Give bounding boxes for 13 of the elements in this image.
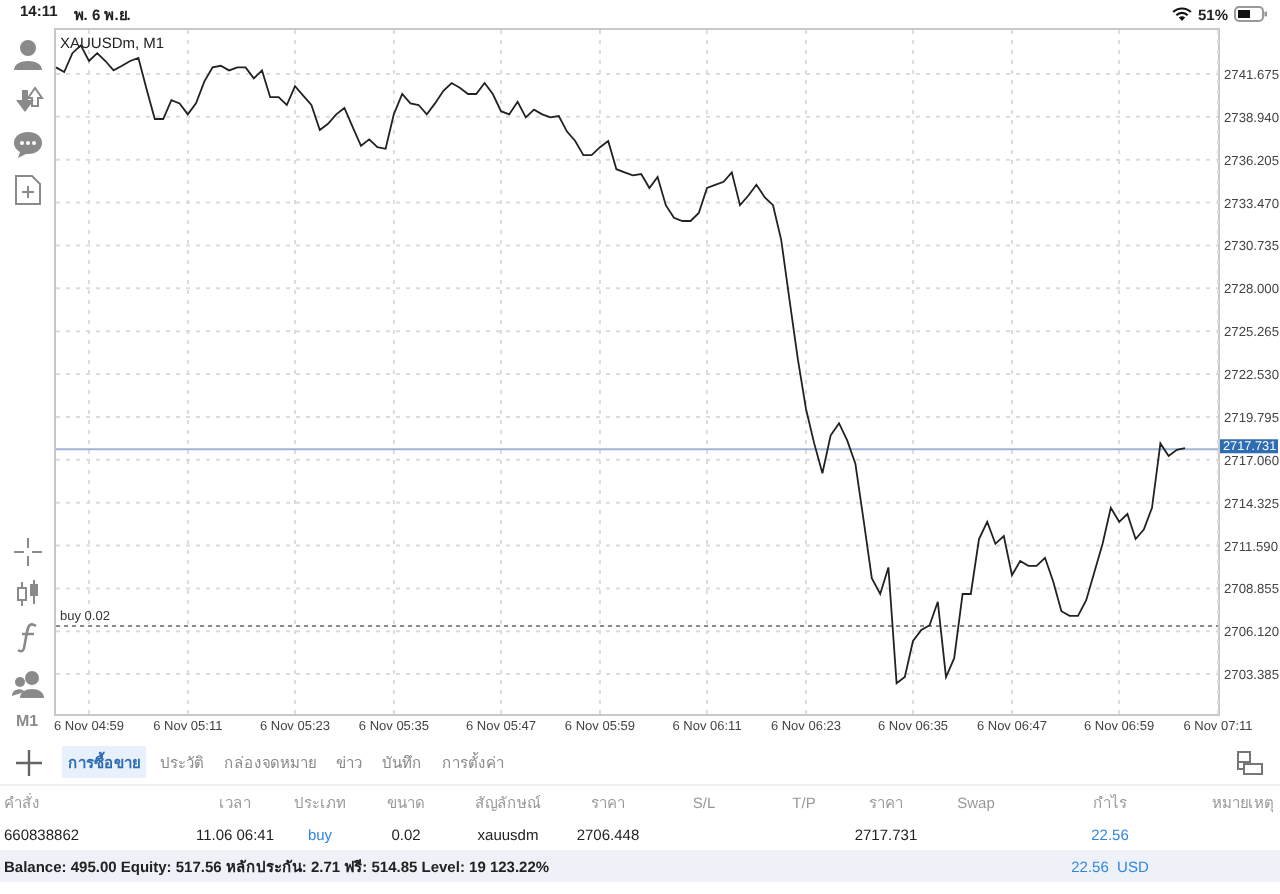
candlestick-icon[interactable] <box>13 580 41 608</box>
chat-icon[interactable] <box>11 130 43 160</box>
crosshair-icon[interactable] <box>13 538 41 566</box>
new-document-icon[interactable] <box>13 174 41 206</box>
battery-icon <box>1234 6 1268 22</box>
people-icon[interactable] <box>11 668 43 698</box>
wifi-icon <box>1171 6 1192 22</box>
trade-arrows-icon[interactable] <box>11 84 43 116</box>
timeframe-button[interactable]: M1 <box>15 712 39 730</box>
account-icon[interactable] <box>11 38 43 70</box>
add-icon[interactable] <box>16 749 42 775</box>
layout-icon[interactable] <box>1236 749 1264 775</box>
function-icon[interactable] <box>15 622 39 654</box>
